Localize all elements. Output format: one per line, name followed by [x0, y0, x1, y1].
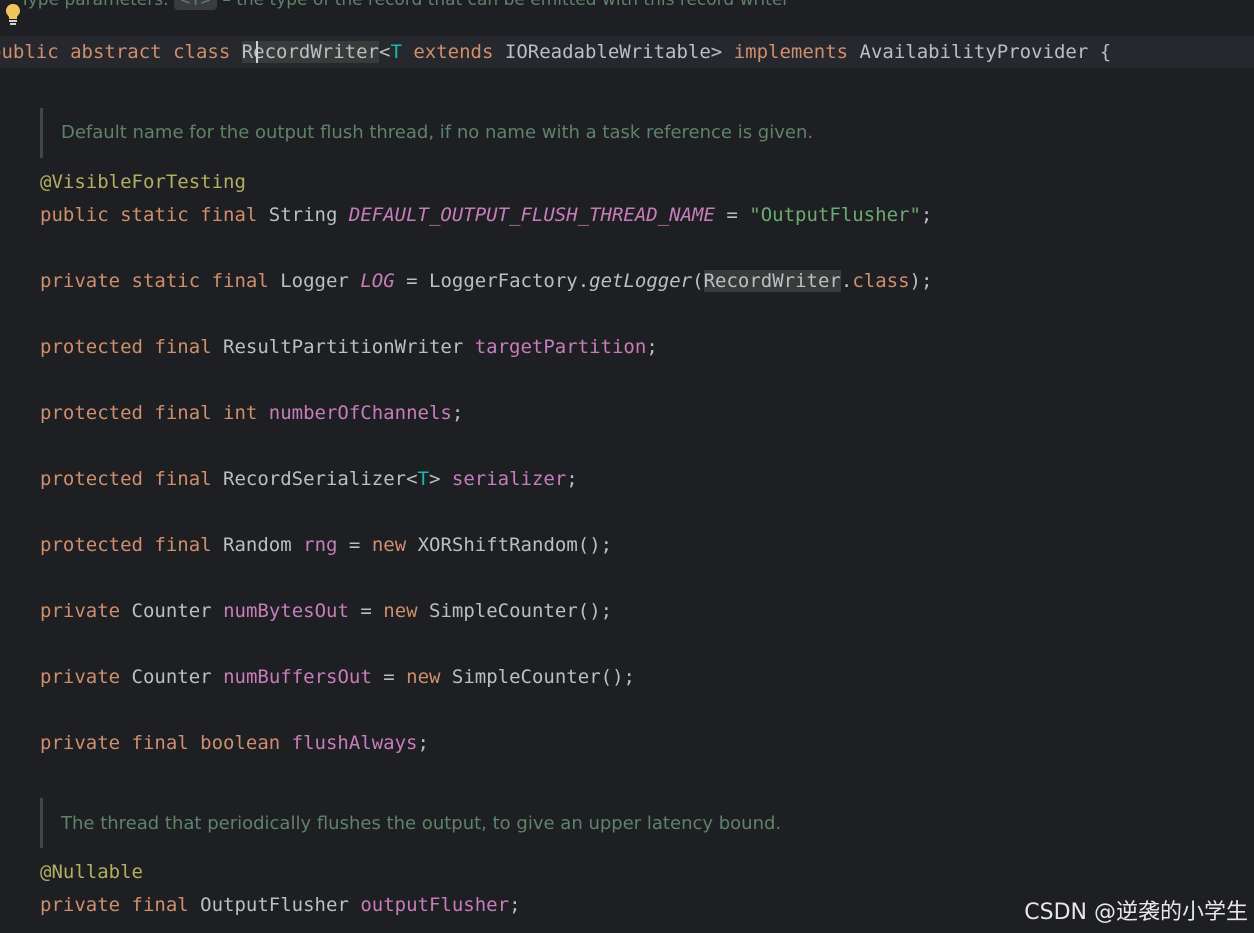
factory-name: LoggerFactory. — [429, 270, 590, 292]
field-name: numBytesOut — [223, 600, 349, 622]
kw-public: public — [0, 41, 59, 63]
modifiers: private — [40, 600, 121, 622]
type-name: ResultPartitionWriter — [223, 336, 464, 358]
modifiers: protected final — [40, 336, 212, 358]
semicolon: ; — [451, 402, 464, 424]
field-name: rng — [303, 534, 338, 556]
type-param: T — [417, 468, 429, 490]
doc-comment-flush-thread: Default name for the output flush thread… — [61, 122, 814, 143]
code-line-number-of-channels[interactable]: protected final int numberOfChannels; — [40, 400, 463, 426]
field-name: targetPartition — [474, 336, 647, 358]
kw-class: class — [173, 41, 231, 63]
code-line-serializer[interactable]: protected final RecordSerializer<T> seri… — [40, 466, 578, 492]
code-line-target-partition[interactable]: protected final ResultPartitionWriter ta… — [40, 334, 658, 360]
initializer: SimpleCounter(); — [429, 600, 613, 622]
doc-comment-bar — [40, 108, 43, 158]
string-literal: "OutputFlusher" — [749, 204, 921, 226]
modifiers: private final — [40, 894, 189, 916]
kw-extends: extends — [413, 41, 494, 63]
modifiers: protected final int — [40, 402, 258, 424]
operator: = — [726, 204, 738, 226]
semicolon: ; — [920, 204, 933, 226]
operator: = — [360, 600, 372, 622]
annotation-visible-for-testing: @VisibleForTesting — [40, 171, 246, 193]
annotation-nullable: @Nullable — [40, 861, 143, 883]
line-end: ); — [909, 270, 933, 292]
operator: = — [348, 534, 361, 556]
kw-new: new — [383, 600, 418, 622]
field-name: LOG — [360, 270, 395, 292]
field-name: flushAlways — [291, 732, 418, 754]
modifiers: protected final — [40, 534, 212, 556]
doc-comment-flusher-thread: The thread that periodically flushes the… — [61, 813, 782, 834]
paren: ( — [692, 270, 704, 292]
field-name: serializer — [451, 468, 567, 490]
code-line-num-bytes-out[interactable]: private Counter numBytesOut = new Simple… — [40, 598, 612, 624]
operator: = — [406, 270, 418, 292]
type-name: Logger — [280, 270, 349, 292]
field-name: DEFAULT_OUTPUT_FLUSH_THREAD_NAME — [348, 204, 715, 226]
dot: . — [840, 270, 853, 292]
text-caret — [256, 41, 258, 63]
doc-prefix: Type parameters: — [20, 0, 169, 10]
type-name: RecordSerializer< — [223, 468, 418, 490]
kw-abstract: abstract — [70, 41, 162, 63]
generic-close: > — [428, 468, 441, 490]
class-name[interactable]: RecordWriter — [241, 41, 379, 63]
operator: = — [383, 666, 395, 688]
kw-class-literal: class — [852, 270, 910, 292]
doc-chip: <T> — [174, 0, 217, 10]
doc-suffix: – the type of the record that can be emi… — [222, 0, 790, 10]
field-name: outputFlusher — [360, 894, 510, 916]
doc-comment-bar — [40, 798, 43, 848]
type-name: OutputFlusher — [200, 894, 349, 916]
bound-type[interactable]: IOReadableWritable> — [505, 41, 722, 63]
type-name: String — [268, 204, 338, 226]
modifiers: public static final — [40, 204, 258, 226]
generic-open: < — [379, 41, 391, 63]
type-name: Counter — [131, 666, 212, 688]
type-name: Counter — [131, 600, 212, 622]
interface-name[interactable]: AvailabilityProvider { — [860, 41, 1112, 63]
kw-implements: implements — [733, 41, 849, 63]
class-declaration[interactable]: public abstract class RecordWriter<T ext… — [0, 39, 1111, 65]
semicolon: ; — [566, 468, 578, 490]
code-line-output-flusher[interactable]: private final OutputFlusher outputFlushe… — [40, 892, 521, 918]
semicolon: ; — [417, 732, 429, 754]
code-line-num-buffers-out[interactable]: private Counter numBuffersOut = new Simp… — [40, 664, 635, 690]
initializer: SimpleCounter(); — [451, 666, 635, 688]
modifiers: protected final — [40, 468, 212, 490]
kw-new: new — [371, 534, 407, 556]
field-name: numBuffersOut — [223, 666, 372, 688]
lightbulb-icon[interactable] — [4, 2, 22, 28]
code-line-logger[interactable]: private static final Logger LOG = Logger… — [40, 268, 932, 294]
semicolon: ; — [646, 336, 658, 358]
code-line-rng[interactable]: protected final Random rng = new XORShif… — [40, 532, 612, 558]
class-reference: RecordWriter — [703, 270, 841, 292]
semicolon: ; — [509, 894, 521, 916]
modifiers: private — [40, 666, 121, 688]
method-name: getLogger — [589, 270, 693, 292]
type-parameters-doc: Type parameters: <T> – the type of the r… — [20, 0, 789, 10]
field-name: numberOfChannels — [268, 402, 452, 424]
initializer: XORShiftRandom(); — [417, 534, 613, 556]
code-line-default-name[interactable]: public static final String DEFAULT_OUTPU… — [40, 202, 932, 228]
type-param: T — [390, 41, 402, 63]
code-line-flush-always[interactable]: private final boolean flushAlways; — [40, 730, 429, 756]
modifiers: private static final — [40, 270, 269, 292]
modifiers: private final boolean — [40, 732, 281, 754]
csdn-watermark: CSDN @逆袭的小学生 — [1024, 900, 1248, 925]
type-name: Random — [223, 534, 292, 556]
kw-new: new — [406, 666, 441, 688]
